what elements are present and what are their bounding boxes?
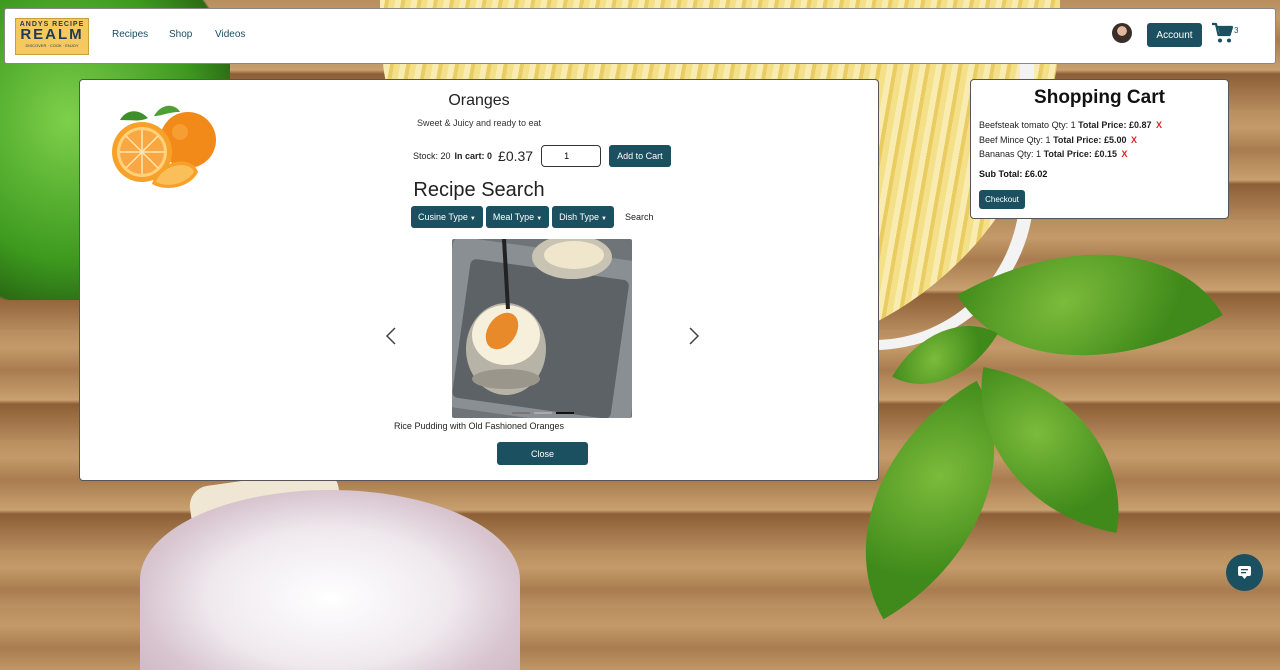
product-title: Oranges	[448, 92, 510, 109]
cart-item-name: Beefsteak tomato	[979, 120, 1050, 130]
nav-link-videos[interactable]: Videos	[215, 29, 245, 40]
cuisine-type-label: Cusine Type	[418, 212, 468, 222]
account-button[interactable]: Account	[1147, 23, 1202, 47]
cart-item-name: Beef Mince	[979, 135, 1025, 145]
cart-item: Beefsteak tomato Qty: 1 Total Price: £0.…	[979, 120, 1162, 130]
product-panel: Oranges Sweet & Juicy and ready to eat S…	[79, 79, 879, 481]
remove-item-button[interactable]: X	[1156, 120, 1162, 130]
search-link[interactable]: Search	[625, 212, 654, 222]
remove-item-button[interactable]: X	[1122, 149, 1128, 159]
cart-title: Shopping Cart	[1034, 87, 1165, 108]
product-price: £0.37	[498, 148, 534, 164]
cart-item-total-label: Total Price:	[1053, 135, 1102, 145]
cart-item-qty: Qty: 1	[1051, 120, 1076, 130]
cart-item: Bananas Qty: 1 Total Price: £0.15 X	[979, 149, 1128, 159]
cart-count-badge: 3	[1234, 26, 1239, 35]
recipe-search-title: Recipe Search	[413, 179, 545, 201]
add-to-cart-button[interactable]: Add to Cart	[609, 145, 671, 167]
carousel-caption: Rice Pudding with Old Fashioned Oranges	[393, 421, 565, 431]
shopping-cart-panel: Shopping Cart Beefsteak tomato Qty: 1 To…	[970, 79, 1229, 219]
cart-icon[interactable]	[1211, 21, 1235, 45]
chat-widget-button[interactable]	[1226, 554, 1263, 591]
quantity-input[interactable]	[541, 145, 602, 167]
in-cart-label: In cart: 0	[454, 151, 493, 161]
brand-line2: REALM	[20, 26, 84, 43]
cart-item-total-label: Total Price:	[1043, 149, 1092, 159]
checkout-button[interactable]: Checkout	[979, 190, 1025, 209]
carousel-next-chevron-right-icon[interactable]	[688, 326, 700, 351]
cuisine-type-dropdown[interactable]: Cusine Type ▼	[411, 206, 483, 228]
background-garlic	[140, 490, 520, 670]
recipe-filters: Cusine Type ▼ Meal Type ▼ Dish Type ▼ Searc…	[411, 206, 653, 228]
cart-item-total: £0.87	[1128, 120, 1152, 130]
caret-down-icon: ▼	[601, 216, 607, 222]
dish-type-dropdown[interactable]: Dish Type ▼	[552, 206, 614, 228]
dish-type-label: Dish Type	[559, 212, 599, 222]
avatar[interactable]	[1112, 23, 1132, 43]
caret-down-icon: ▼	[536, 216, 543, 222]
chat-icon	[1238, 566, 1251, 579]
cart-item-name: Bananas	[979, 149, 1015, 159]
product-description: Sweet & Juicy and ready to eat	[416, 118, 542, 128]
carousel-prev-chevron-left-icon[interactable]	[385, 326, 397, 351]
cart-item: Beef Mince Qty: 1 Total Price: £5.00 X	[979, 135, 1137, 145]
nav-link-recipes[interactable]: Recipes	[112, 29, 148, 40]
stock-label: Stock: 20	[413, 151, 451, 161]
brand-tagline: DISCOVER · COOK · ENJOY	[25, 43, 79, 48]
meal-type-dropdown[interactable]: Meal Type ▼	[485, 206, 550, 228]
cart-item-qty: Qty: 1	[1017, 149, 1042, 159]
caret-down-icon: ▼	[469, 216, 476, 222]
navbar: ANDYS RECIPE REALM DISCOVER · COOK · ENJ…	[4, 8, 1276, 64]
cart-item-qty: Qty: 1	[1026, 135, 1051, 145]
stock-row: Stock: 20 In cart: 0 £0.37 Add to Cart	[413, 144, 671, 168]
remove-item-button[interactable]: X	[1131, 135, 1137, 145]
cart-item-total: £0.15	[1094, 149, 1117, 159]
brand-logo[interactable]: ANDYS RECIPE REALM DISCOVER · COOK · ENJ…	[15, 18, 89, 55]
cart-item-total: £5.00	[1103, 135, 1127, 145]
cart-subtotal: Sub Total: £6.02	[979, 169, 1048, 179]
meal-type-label: Meal Type	[492, 212, 535, 222]
nav-link-shop[interactable]: Shop	[169, 29, 192, 40]
cart-item-total-label: Total Price:	[1078, 120, 1127, 130]
recipe-carousel-image[interactable]	[452, 239, 632, 418]
close-button[interactable]: Close	[497, 442, 588, 465]
